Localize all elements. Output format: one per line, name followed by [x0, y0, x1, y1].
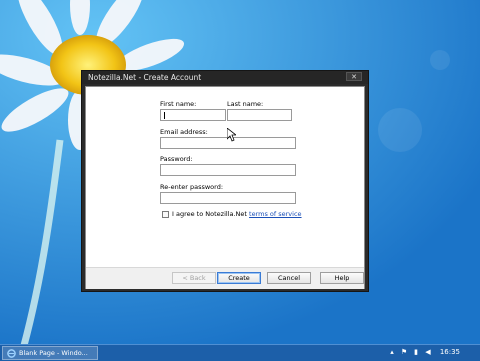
last-name-field[interactable]	[227, 109, 292, 121]
cancel-button[interactable]: Cancel	[267, 272, 311, 284]
taskbar-item-browser[interactable]: Blank Page - Windo...	[2, 346, 98, 360]
last-name-label: Last name:	[227, 100, 264, 108]
back-button[interactable]: < Back	[172, 272, 216, 284]
show-hidden-icons-icon[interactable]: ▴	[388, 348, 396, 356]
mouse-pointer-icon	[227, 128, 236, 142]
close-button[interactable]: ✕	[346, 72, 362, 81]
agree-label: I agree to Notezilla.Net	[172, 210, 247, 218]
help-button[interactable]: Help	[320, 272, 364, 284]
button-bar: < Back Create Cancel Help	[86, 267, 364, 289]
create-button[interactable]: Create	[217, 272, 261, 284]
first-name-label: First name:	[160, 100, 197, 108]
agree-checkbox[interactable]	[162, 211, 169, 218]
terms-of-service-link[interactable]: terms of service	[249, 210, 302, 218]
reenter-password-label: Re-enter password:	[160, 183, 224, 191]
taskbar: Blank Page - Windo... ▴ ⚑ ▮ ◀ 16:35	[0, 344, 480, 361]
internet-explorer-icon	[7, 349, 16, 358]
first-name-field[interactable]	[160, 109, 226, 121]
taskbar-item-label: Blank Page - Windo...	[19, 349, 88, 357]
system-tray: ▴ ⚑ ▮ ◀ 16:35	[370, 345, 480, 361]
text-caret	[164, 112, 165, 119]
dialog-title: Notezilla.Net - Create Account	[88, 73, 202, 82]
agree-text: I agree to Notezilla.Net terms of servic…	[172, 210, 302, 218]
create-account-dialog: Notezilla.Net - Create Account ✕ First n…	[81, 70, 369, 292]
dialog-client-area: First name: Last name: Email address: Pa…	[85, 86, 365, 289]
network-icon[interactable]: ▮	[412, 348, 420, 356]
password-label: Password:	[160, 155, 193, 163]
close-icon: ✕	[351, 73, 357, 81]
reenter-password-field[interactable]	[160, 192, 296, 204]
clock[interactable]: 16:35	[440, 348, 460, 356]
dialog-titlebar[interactable]: Notezilla.Net - Create Account ✕	[82, 71, 368, 84]
flag-icon[interactable]: ⚑	[400, 348, 408, 356]
volume-icon[interactable]: ◀	[424, 348, 432, 356]
email-label: Email address:	[160, 128, 208, 136]
password-field[interactable]	[160, 164, 296, 176]
